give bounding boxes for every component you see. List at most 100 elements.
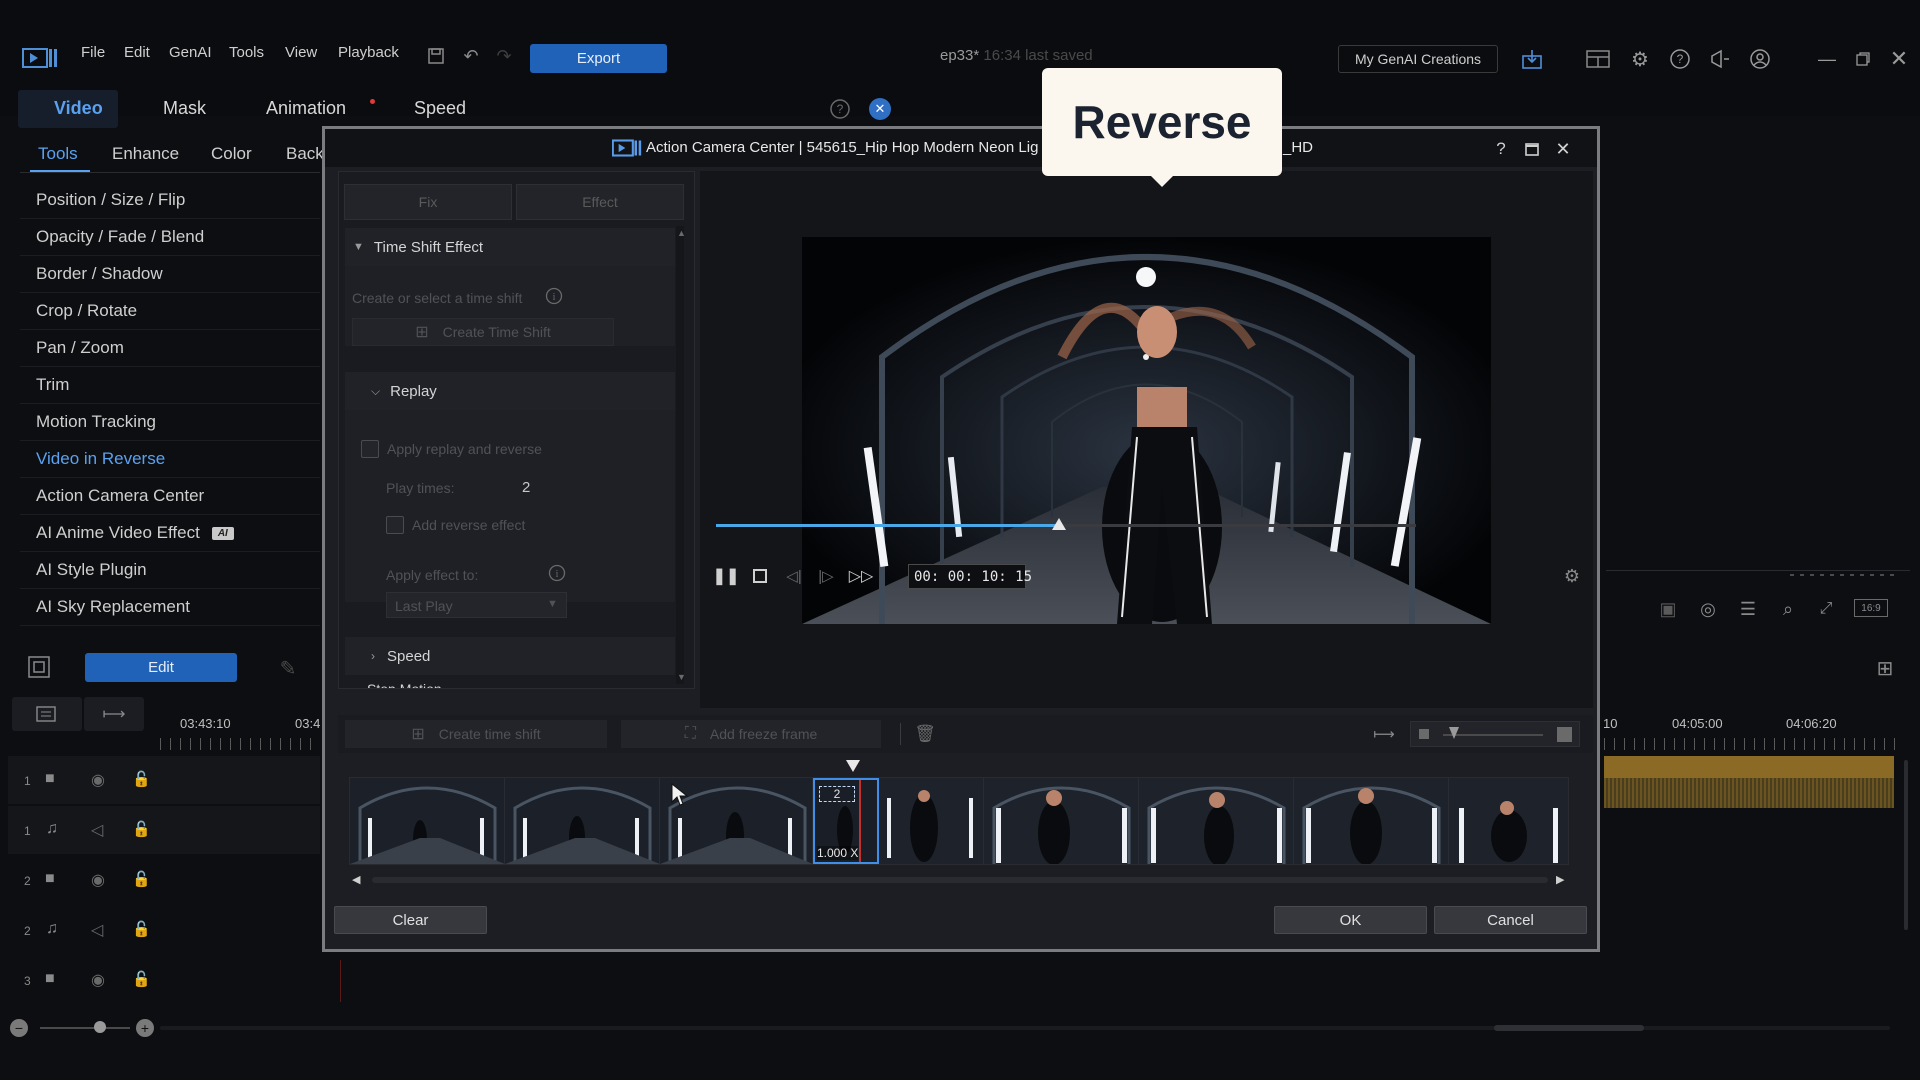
- tool-pan-zoom[interactable]: Pan / Zoom: [20, 330, 320, 367]
- redo-icon[interactable]: ↷: [494, 46, 514, 66]
- tool-opacity-fade-blend[interactable]: Opacity / Fade / Blend: [20, 219, 320, 256]
- apply-effect-to-select[interactable]: Last Play ▼: [386, 592, 567, 618]
- subtitle-icon[interactable]: ☰: [1736, 598, 1760, 620]
- preview-scrubber-thumb[interactable]: [1052, 518, 1066, 530]
- menu-tools[interactable]: Tools: [229, 44, 264, 61]
- restore-icon[interactable]: [1852, 49, 1874, 69]
- frame-zoom-slider[interactable]: [1410, 721, 1580, 747]
- eye-icon[interactable]: ◉: [91, 870, 105, 890]
- track-audio-1[interactable]: 1 ♫ ◁ 🔓: [8, 806, 320, 854]
- pen-icon[interactable]: ✎: [276, 656, 300, 680]
- pause-icon[interactable]: ❚❚: [713, 566, 740, 586]
- filmstrip[interactable]: 2 1.000 X: [349, 777, 1569, 865]
- film-frame[interactable]: [350, 778, 505, 864]
- next-frame-icon[interactable]: |▷: [816, 566, 836, 586]
- lock-icon[interactable]: 🔓: [132, 870, 151, 888]
- lock-icon[interactable]: 🔓: [132, 770, 151, 788]
- info-icon[interactable]: i: [547, 563, 567, 583]
- track-video-2[interactable]: 2 ■ ◉ 🔓: [8, 856, 320, 904]
- speaker-icon[interactable]: ◁: [91, 820, 103, 840]
- timeline-settings-icon[interactable]: ⊞: [1870, 654, 1900, 682]
- menu-view[interactable]: View: [285, 44, 317, 61]
- panel-help-icon[interactable]: ?: [829, 98, 851, 120]
- replay-header[interactable]: ⌵ Replay: [345, 372, 675, 410]
- selected-time-shift-frame[interactable]: 2 1.000 X: [813, 778, 879, 864]
- apply-replay-checkbox[interactable]: [361, 440, 379, 458]
- film-frame[interactable]: [984, 778, 1139, 864]
- dialog-help-icon[interactable]: ?: [1490, 138, 1512, 160]
- time-shift-effect-header[interactable]: ▼ Time Shift Effect: [345, 228, 675, 266]
- stop-icon[interactable]: [750, 566, 770, 586]
- cancel-button[interactable]: Cancel: [1434, 906, 1587, 934]
- dialog-close-icon[interactable]: ✕: [1552, 138, 1574, 160]
- effect-tab[interactable]: Effect: [516, 184, 684, 220]
- fit-frames-icon[interactable]: ⟼: [1372, 723, 1396, 745]
- close-window-icon[interactable]: ✕: [1888, 46, 1910, 71]
- fit-timeline-icon[interactable]: ⟼: [84, 697, 144, 731]
- create-time-shift-toolbar-button[interactable]: ⊞ Create time shift: [345, 720, 607, 748]
- layout-icon[interactable]: [1586, 48, 1610, 70]
- info-icon[interactable]: i: [544, 286, 564, 306]
- snapshot-icon[interactable]: ▣: [1656, 598, 1680, 620]
- tool-video-in-reverse[interactable]: Video in Reverse: [20, 441, 320, 478]
- timeline-clip-video[interactable]: [1604, 756, 1894, 778]
- trash-icon[interactable]: 🗑: [914, 723, 936, 745]
- edit-button[interactable]: Edit: [85, 653, 237, 682]
- tool-border-shadow[interactable]: Border / Shadow: [20, 256, 320, 293]
- tool-crop-rotate[interactable]: Crop / Rotate: [20, 293, 320, 330]
- tool-ai-anime-video-effect[interactable]: AI Anime Video Effect AI: [20, 515, 320, 552]
- film-frame[interactable]: [505, 778, 660, 864]
- tool-motion-tracking[interactable]: Motion Tracking: [20, 404, 320, 441]
- film-frame[interactable]: [879, 778, 984, 864]
- fix-tab[interactable]: Fix: [344, 184, 512, 220]
- zoom-preview-icon[interactable]: ⌕: [1776, 598, 1800, 620]
- scroll-down-icon[interactable]: ▼: [677, 672, 686, 682]
- menu-file[interactable]: File: [81, 44, 105, 61]
- subtab-tools[interactable]: Tools: [38, 144, 78, 164]
- create-time-shift-button[interactable]: ⊞ Create Time Shift: [352, 318, 614, 346]
- timeline-vscroll[interactable]: [1904, 760, 1908, 930]
- tab-video[interactable]: Video: [54, 98, 103, 119]
- lock-icon[interactable]: 🔓: [132, 970, 151, 988]
- add-reverse-checkbox[interactable]: [386, 516, 404, 534]
- tool-trim[interactable]: Trim: [20, 367, 320, 404]
- save-icon[interactable]: [426, 46, 446, 66]
- my-genai-creations-button[interactable]: My GenAI Creations: [1338, 45, 1498, 73]
- tool-ai-sky-replacement[interactable]: AI Sky Replacement: [20, 589, 320, 626]
- timeline-scrollbar-thumb[interactable]: [1494, 1025, 1644, 1031]
- scroll-up-icon[interactable]: ▲: [677, 228, 686, 238]
- download-icon[interactable]: [1520, 47, 1544, 71]
- track-audio-2[interactable]: 2 ♫ ◁ 🔓: [8, 906, 320, 954]
- add-freeze-frame-button[interactable]: ⛶ Add freeze frame: [621, 720, 881, 748]
- render-preview-icon[interactable]: ◎: [1696, 598, 1720, 620]
- zoom-out-icon[interactable]: −: [10, 1019, 28, 1037]
- tool-position-size-flip[interactable]: Position / Size / Flip: [20, 182, 320, 219]
- eye-icon[interactable]: ◉: [91, 770, 105, 790]
- fullscreen-icon[interactable]: ⤢: [1814, 598, 1838, 620]
- gear-icon[interactable]: ⚙: [1628, 47, 1652, 71]
- lock-icon[interactable]: 🔓: [132, 820, 151, 838]
- zoom-slider-track[interactable]: [40, 1027, 130, 1029]
- previous-frame-icon[interactable]: ◁|: [784, 566, 804, 586]
- menu-playback[interactable]: Playback: [338, 44, 399, 61]
- account-icon[interactable]: [1748, 47, 1772, 71]
- track-manager-icon[interactable]: [12, 697, 82, 731]
- help-icon[interactable]: ?: [1668, 47, 1692, 71]
- filmstrip-scrollbar[interactable]: [372, 877, 1548, 883]
- film-frame[interactable]: [1139, 778, 1294, 864]
- zoom-slider-thumb[interactable]: [94, 1021, 106, 1033]
- clear-button[interactable]: Clear: [334, 906, 487, 934]
- eye-icon[interactable]: ◉: [91, 970, 105, 990]
- dialog-maximize-icon[interactable]: [1521, 138, 1543, 160]
- aspect-ratio-icon[interactable]: 16:9: [1854, 599, 1888, 617]
- filmstrip-playhead[interactable]: [846, 760, 860, 772]
- fit-icon[interactable]: [26, 654, 52, 680]
- track-video-3[interactable]: 3 ■ ◉ 🔓: [8, 956, 320, 1004]
- stop-motion-header[interactable]: Stop Motion: [345, 676, 675, 688]
- lock-icon[interactable]: 🔓: [132, 920, 151, 938]
- tab-mask[interactable]: Mask: [163, 98, 206, 119]
- speaker-icon[interactable]: ◁: [91, 920, 103, 940]
- video-preview[interactable]: [802, 237, 1491, 624]
- subtab-enhance[interactable]: Enhance: [112, 144, 179, 164]
- scroll-left-icon[interactable]: ◀: [352, 873, 366, 887]
